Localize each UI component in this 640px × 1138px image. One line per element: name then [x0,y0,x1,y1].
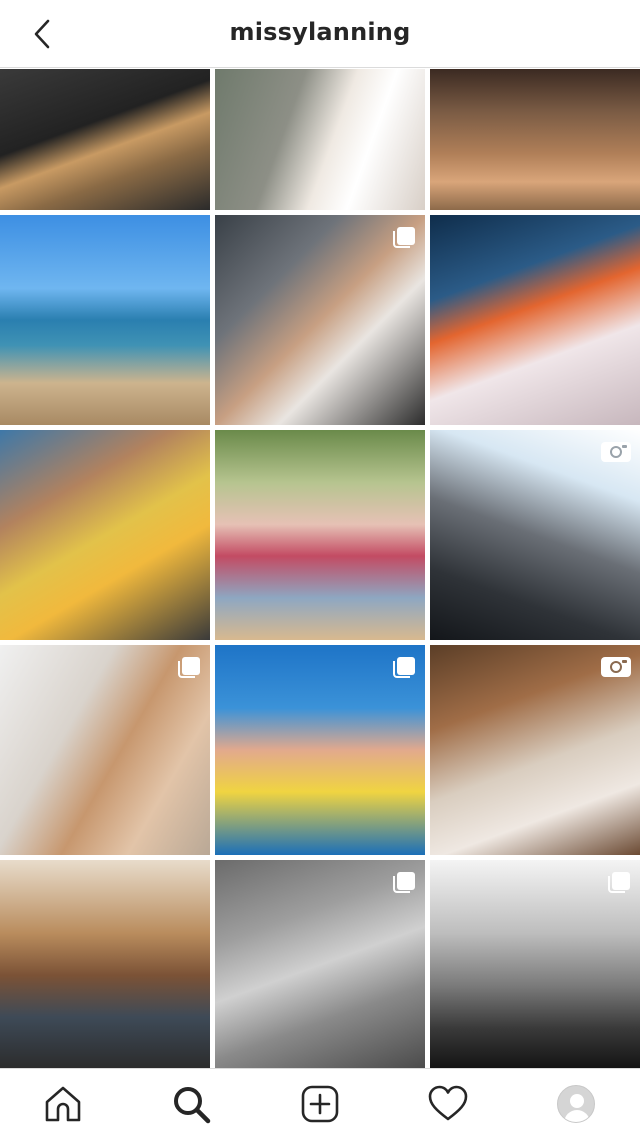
avatar-head [570,1094,584,1108]
grid-tile[interactable] [215,430,425,640]
grid-tile[interactable] [0,645,210,855]
grid-tile[interactable] [215,69,425,210]
heart-icon [428,1085,468,1121]
video-icon [601,442,631,462]
page-title: missylanning [229,18,411,46]
tab-add-post[interactable] [300,1084,340,1124]
grid-tile[interactable] [215,645,425,855]
bottom-tab-bar [0,1068,640,1138]
grid-tile[interactable] [0,860,210,1068]
grid-tile[interactable] [430,69,640,210]
carousel-icon [393,657,415,678]
tab-profile[interactable] [556,1084,596,1124]
grid-tile[interactable] [215,215,425,425]
grid-tile[interactable] [215,860,425,1068]
carousel-icon [393,227,415,248]
tab-home[interactable] [43,1084,83,1124]
avatar-body [564,1110,590,1122]
search-icon [174,1087,211,1124]
grid-tile[interactable] [0,430,210,640]
photo-grid [0,69,640,1068]
tab-search[interactable] [171,1084,211,1124]
grid-tile[interactable] [0,69,210,210]
grid-tile[interactable] [430,215,640,425]
grid-tile[interactable] [0,215,210,425]
grid-tile[interactable] [430,860,640,1068]
avatar [557,1085,595,1123]
video-icon [601,657,631,677]
top-bar: missylanning [0,0,640,68]
grid-tile[interactable] [430,645,640,855]
tab-activity[interactable] [428,1084,468,1124]
carousel-icon [608,872,630,893]
carousel-icon [393,872,415,893]
add-post-icon [301,1085,339,1123]
home-icon [45,1086,81,1122]
grid-tile[interactable] [430,430,640,640]
carousel-icon [178,657,200,678]
